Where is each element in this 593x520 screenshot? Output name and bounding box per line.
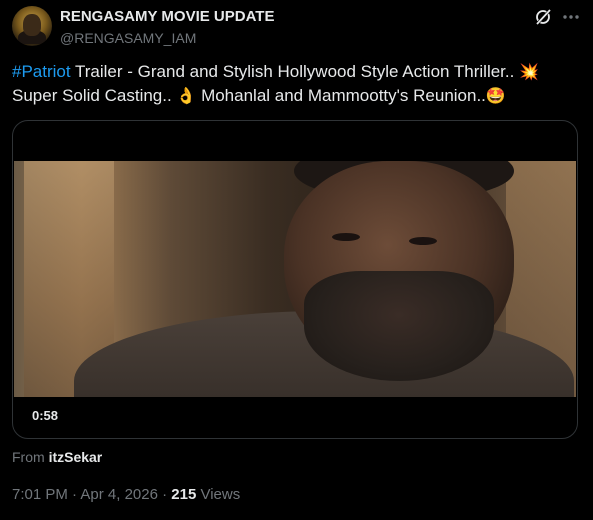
video-player[interactable]	[12, 120, 578, 439]
tweet-meta: 7:01 PM · Apr 4, 2026 · 215 Views	[12, 486, 240, 503]
tweet-time[interactable]: 7:01 PM	[12, 486, 68, 503]
tweet-line1: Trailer - Grand and Stylish Hollywood St…	[70, 62, 520, 81]
collision-emoji: 💥	[519, 62, 539, 81]
views-label: Views	[196, 486, 241, 503]
source-user-link[interactable]: itzSekar	[49, 449, 103, 465]
handle[interactable]: @RENGASAMY_IAM	[60, 29, 274, 47]
avatar[interactable]	[12, 6, 52, 46]
tweet-line2b: Mohanlal and Mammootty's Reunion..	[196, 86, 486, 105]
grok-icon[interactable]	[532, 6, 554, 28]
display-name[interactable]: RENGASAMY MOVIE UPDATE	[60, 8, 274, 26]
more-horizontal-icon[interactable]	[560, 6, 582, 28]
tweet-header: RENGASAMY MOVIE UPDATE @RENGASAMY_IAM	[12, 6, 581, 46]
tweet-date[interactable]: Apr 4, 2026	[80, 486, 158, 503]
tweet-text: #Patriot Trailer - Grand and Stylish Hol…	[12, 60, 582, 108]
views-count: 215	[171, 486, 197, 503]
tweet-line2: Super Solid Casting..	[12, 86, 177, 105]
ok-hand-emoji: 👌	[176, 86, 197, 105]
separator: ·	[157, 486, 172, 503]
video-source: From itzSekar	[12, 449, 102, 465]
separator: ·	[67, 486, 81, 503]
video-duration: 0:58	[32, 408, 59, 423]
video-frame[interactable]	[14, 161, 576, 397]
star-struck-emoji: 🤩	[485, 86, 506, 105]
source-prefix: From	[12, 449, 49, 465]
hashtag-link[interactable]: #Patriot	[12, 62, 71, 81]
author-names[interactable]: RENGASAMY MOVIE UPDATE @RENGASAMY_IAM	[60, 8, 274, 47]
